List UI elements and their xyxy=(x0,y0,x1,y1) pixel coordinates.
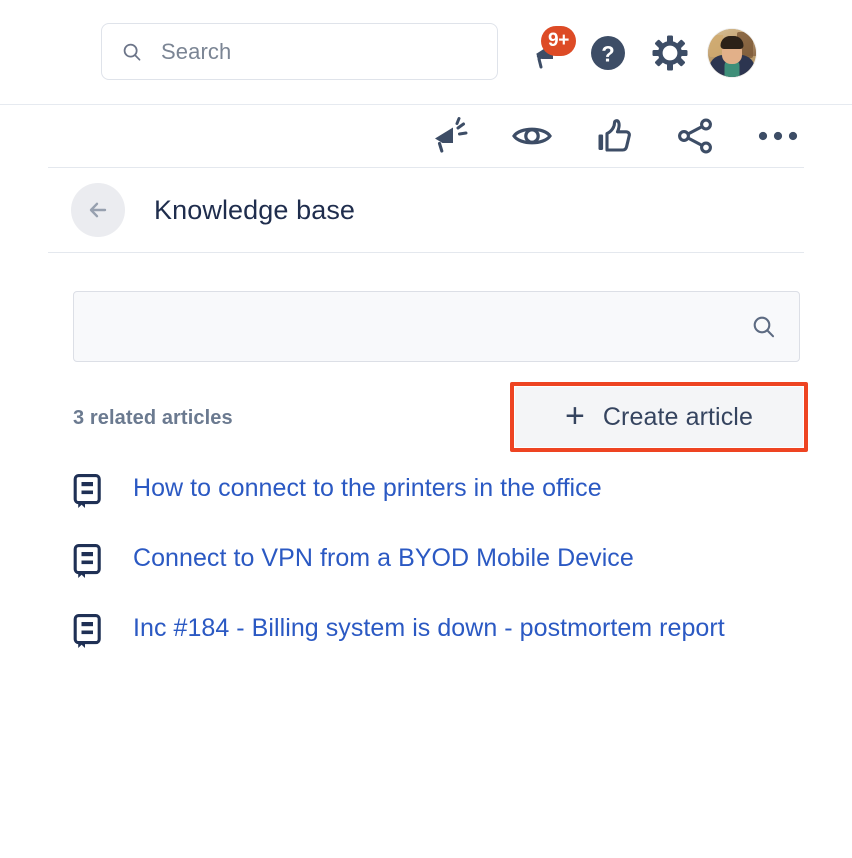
articles-list-header: 3 related articles + Create article xyxy=(73,380,804,456)
help-icon: ? xyxy=(586,31,630,75)
global-search-input[interactable]: Search xyxy=(101,23,498,80)
global-search-placeholder: Search xyxy=(161,39,231,65)
thumbs-up-icon xyxy=(592,114,636,158)
articles-list: How to connect to the printers in the of… xyxy=(73,468,804,650)
megaphone-icon xyxy=(429,115,471,157)
kb-search-input[interactable] xyxy=(73,291,800,362)
page-title-bar: Knowledge base xyxy=(48,167,804,253)
page-title: Knowledge base xyxy=(154,195,355,226)
list-item[interactable]: Inc #184 - Billing system is down - post… xyxy=(73,608,804,650)
search-icon xyxy=(751,314,777,340)
profile-button[interactable] xyxy=(701,22,763,84)
arrow-left-icon xyxy=(84,196,112,224)
avatar xyxy=(708,29,756,77)
article-title: Connect to VPN from a BYOD Mobile Device xyxy=(133,538,634,578)
search-icon xyxy=(121,41,143,63)
gear-icon xyxy=(649,32,691,74)
announcements-button[interactable]: 9+ xyxy=(515,22,577,84)
more-options-icon xyxy=(756,128,800,144)
like-action-button[interactable] xyxy=(588,110,640,162)
global-header: Search 9+ ? xyxy=(0,0,852,105)
list-item[interactable]: How to connect to the printers in the of… xyxy=(73,468,804,510)
settings-button[interactable] xyxy=(639,22,701,84)
article-icon xyxy=(73,544,104,580)
plus-icon: + xyxy=(565,399,585,433)
share-action-button[interactable] xyxy=(670,110,722,162)
notification-badge: 9+ xyxy=(541,26,576,56)
article-icon xyxy=(73,614,104,650)
avatar-hair xyxy=(721,36,744,49)
action-toolbar xyxy=(0,105,852,167)
back-button[interactable] xyxy=(71,183,125,237)
eye-icon xyxy=(510,114,554,158)
help-button[interactable]: ? xyxy=(577,22,639,84)
create-article-button[interactable]: + Create article xyxy=(514,386,804,448)
related-articles-count: 3 related articles xyxy=(73,407,233,430)
knowledge-base-panel: 3 related articles + Create article How … xyxy=(0,291,852,650)
share-icon xyxy=(674,114,718,158)
article-icon xyxy=(73,474,104,510)
watch-action-button[interactable] xyxy=(506,110,558,162)
article-title: Inc #184 - Billing system is down - post… xyxy=(133,608,725,648)
more-options-button[interactable] xyxy=(752,110,804,162)
svg-text:?: ? xyxy=(601,41,614,66)
list-item[interactable]: Connect to VPN from a BYOD Mobile Device xyxy=(73,538,804,580)
create-article-highlight: + Create article xyxy=(510,382,808,452)
announce-action-button[interactable] xyxy=(424,110,476,162)
header-icon-group: 9+ ? xyxy=(515,0,763,105)
article-title: How to connect to the printers in the of… xyxy=(133,468,602,508)
